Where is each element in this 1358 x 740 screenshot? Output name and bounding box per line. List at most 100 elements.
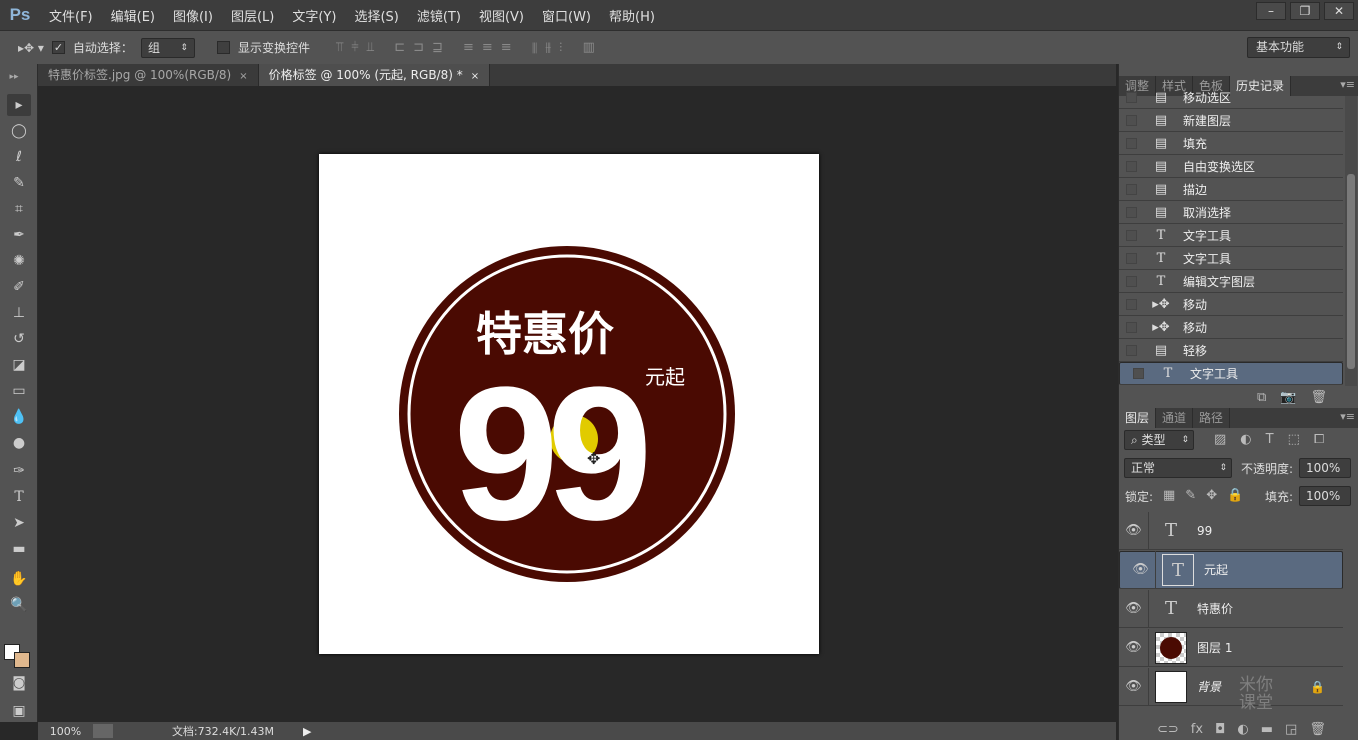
- snapshot-camera-icon[interactable]: 📷: [1280, 390, 1296, 405]
- layer-row[interactable]: 👁T99: [1119, 512, 1343, 550]
- history-source-checkbox[interactable]: [1126, 92, 1137, 103]
- lock-position-icon[interactable]: ✥: [1206, 488, 1217, 503]
- history-item[interactable]: T文字工具: [1119, 224, 1343, 247]
- menu-type[interactable]: 文字(Y): [283, 6, 345, 25]
- history-source-checkbox[interactable]: [1133, 368, 1144, 379]
- panel-menu-icon[interactable]: ▾≡: [1340, 410, 1355, 423]
- layer-filter-dropdown[interactable]: ⌕ 类型⇕: [1124, 430, 1194, 450]
- move-tool-icon[interactable]: ▸: [7, 94, 31, 116]
- image-filter-icon[interactable]: ▨: [1214, 432, 1226, 447]
- smart-object-filter-icon[interactable]: ⧠: [1314, 432, 1324, 447]
- visibility-eye-icon[interactable]: 👁: [1119, 629, 1149, 667]
- menu-help[interactable]: 帮助(H): [600, 6, 664, 25]
- history-brush-tool-icon[interactable]: ↺: [7, 328, 31, 350]
- layer-mask-icon[interactable]: ◘: [1215, 722, 1225, 737]
- quick-mask-icon[interactable]: ◙: [7, 672, 31, 694]
- blend-mode-dropdown[interactable]: 正常⇕: [1124, 458, 1232, 478]
- pen-tool-icon[interactable]: ✑: [7, 460, 31, 482]
- workspace-dropdown[interactable]: 基本功能⇕: [1247, 37, 1350, 58]
- close-tab-icon[interactable]: ×: [239, 71, 247, 82]
- adjustment-layer-icon[interactable]: ◐: [1237, 722, 1248, 737]
- new-document-icon[interactable]: ⧉: [1257, 390, 1266, 405]
- collapse-icon[interactable]: ▸▸: [2, 66, 26, 88]
- history-source-checkbox[interactable]: [1126, 115, 1137, 126]
- menu-image[interactable]: 图像(I): [164, 6, 222, 25]
- history-source-checkbox[interactable]: [1126, 184, 1137, 195]
- history-item[interactable]: T文字工具: [1119, 362, 1343, 385]
- shape-tool-icon[interactable]: ▬: [7, 538, 31, 560]
- restore-button[interactable]: ❐: [1290, 2, 1320, 20]
- history-item[interactable]: ▤轻移: [1119, 339, 1343, 362]
- tab-paths[interactable]: 路径: [1193, 408, 1230, 428]
- tab-price-tag[interactable]: 价格标签 @ 100% (元起, RGB/8) *×: [259, 64, 491, 86]
- screen-mode-icon[interactable]: ▣: [7, 700, 31, 722]
- stamp-tool-icon[interactable]: ⊥: [7, 302, 31, 324]
- menu-view[interactable]: 视图(V): [470, 6, 533, 25]
- layer-style-fx-icon[interactable]: fx: [1191, 722, 1203, 737]
- brush-tool-icon[interactable]: ✐: [7, 276, 31, 298]
- history-item[interactable]: ▸✥移动: [1119, 293, 1343, 316]
- history-source-checkbox[interactable]: [1126, 207, 1137, 218]
- visibility-eye-icon[interactable]: 👁: [1119, 512, 1149, 550]
- history-item[interactable]: T文字工具: [1119, 247, 1343, 270]
- history-item[interactable]: ▤描边: [1119, 178, 1343, 201]
- history-source-checkbox[interactable]: [1126, 253, 1137, 264]
- history-scroll-thumb[interactable]: [1347, 174, 1355, 369]
- history-source-checkbox[interactable]: [1126, 230, 1137, 241]
- layer-row[interactable]: 👁图层 1: [1119, 629, 1343, 667]
- dodge-tool-icon[interactable]: ●: [7, 432, 31, 454]
- history-source-checkbox[interactable]: [1126, 161, 1137, 172]
- menu-file[interactable]: 文件(F): [40, 6, 102, 25]
- opacity-input[interactable]: 100%: [1299, 458, 1351, 478]
- path-select-tool-icon[interactable]: ➤: [7, 512, 31, 534]
- menu-select[interactable]: 选择(S): [345, 6, 407, 25]
- history-source-checkbox[interactable]: [1126, 138, 1137, 149]
- history-item[interactable]: ▤移动选区: [1119, 86, 1343, 109]
- shape-filter-icon[interactable]: ⬚: [1288, 432, 1300, 447]
- new-layer-icon[interactable]: ◲: [1285, 722, 1297, 737]
- close-tab-icon[interactable]: ×: [471, 71, 479, 82]
- document-canvas[interactable]: 特惠价 元起 99 ✥: [319, 154, 819, 654]
- crop-tool-icon[interactable]: ⌗: [7, 198, 31, 220]
- healing-tool-icon[interactable]: ✺: [7, 250, 31, 272]
- layer-row[interactable]: 👁T特惠价: [1119, 590, 1343, 628]
- visibility-eye-icon[interactable]: 👁: [1119, 590, 1149, 628]
- delete-icon[interactable]: 🗑: [1310, 390, 1327, 405]
- minimize-button[interactable]: –: [1256, 2, 1286, 20]
- lock-pixels-icon[interactable]: ✎: [1185, 488, 1196, 503]
- layer-row[interactable]: 👁T元起: [1119, 551, 1343, 589]
- quick-select-tool-icon[interactable]: ✎: [7, 172, 31, 194]
- type-filter-icon[interactable]: T: [1266, 432, 1274, 447]
- adjustment-filter-icon[interactable]: ◐: [1240, 432, 1251, 447]
- auto-select-dropdown[interactable]: 组 ⇕: [141, 38, 195, 58]
- eyedropper-tool-icon[interactable]: ✒: [7, 224, 31, 246]
- layer-row[interactable]: 👁背景🔒: [1119, 668, 1343, 706]
- history-item[interactable]: ▤新建图层: [1119, 109, 1343, 132]
- history-source-checkbox[interactable]: [1126, 276, 1137, 287]
- history-item[interactable]: ▸✥移动: [1119, 316, 1343, 339]
- move-tool-preset-icon[interactable]: ▸✥ ▾: [18, 41, 44, 55]
- status-icon[interactable]: [93, 724, 113, 738]
- history-source-checkbox[interactable]: [1126, 322, 1137, 333]
- link-layers-icon[interactable]: ⊂⊃: [1157, 722, 1179, 737]
- tab-channels[interactable]: 通道: [1156, 408, 1193, 428]
- history-item[interactable]: ▤取消选择: [1119, 201, 1343, 224]
- align-buttons-icon[interactable]: ⫪⫩⫫ ⊏⊐⊒ ≡≡≡ ⫴⫵⫶ ▥: [336, 40, 603, 55]
- marquee-tool-icon[interactable]: ◯: [7, 120, 31, 142]
- new-group-icon[interactable]: ▬: [1261, 722, 1273, 737]
- menu-layer[interactable]: 图层(L): [222, 6, 283, 25]
- lock-all-icon[interactable]: 🔒: [1227, 488, 1243, 503]
- history-item[interactable]: ▤自由变换选区: [1119, 155, 1343, 178]
- history-source-checkbox[interactable]: [1126, 299, 1137, 310]
- type-tool-icon[interactable]: T: [7, 486, 31, 508]
- tab-special-price-jpg[interactable]: 特惠价标签.jpg @ 100%(RGB/8)×: [38, 64, 259, 86]
- lasso-tool-icon[interactable]: ℓ: [7, 146, 31, 168]
- history-item[interactable]: ▤填充: [1119, 132, 1343, 155]
- tab-layers[interactable]: 图层: [1119, 408, 1156, 428]
- lock-transparent-icon[interactable]: ▦: [1163, 488, 1175, 503]
- delete-layer-icon[interactable]: 🗑: [1309, 722, 1326, 737]
- visibility-eye-icon[interactable]: 👁: [1126, 551, 1156, 589]
- visibility-eye-icon[interactable]: 👁: [1119, 668, 1149, 706]
- menu-edit[interactable]: 编辑(E): [102, 6, 164, 25]
- hand-tool-icon[interactable]: ✋: [7, 568, 31, 590]
